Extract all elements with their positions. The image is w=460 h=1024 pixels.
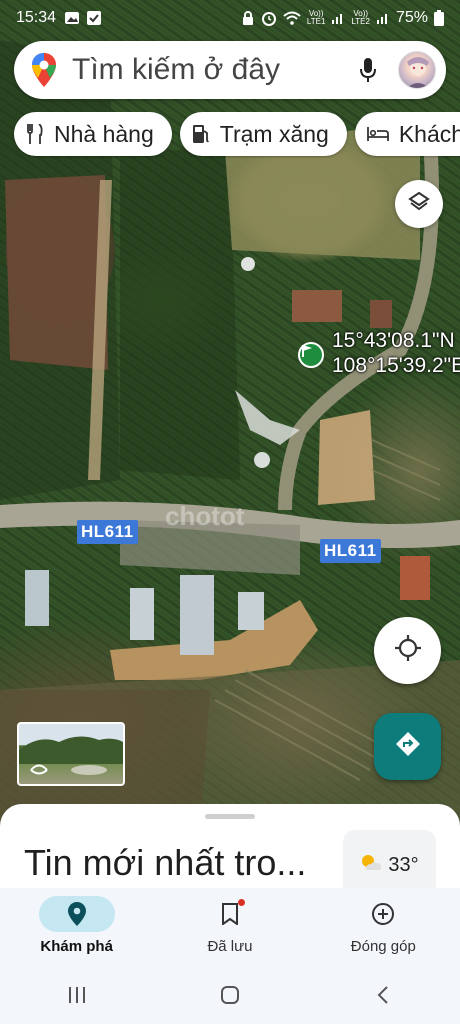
tab-contribute[interactable]: Đóng góp [307, 888, 460, 966]
layers-button[interactable] [395, 180, 443, 228]
search-bar[interactable]: Tìm kiếm ở đây [14, 41, 446, 99]
mic-icon[interactable] [350, 52, 386, 88]
lock-icon [241, 10, 255, 26]
restaurant-icon [26, 124, 44, 144]
chip-restaurant[interactable]: Nhà hàng [14, 112, 172, 156]
checkbox-icon [86, 10, 102, 26]
signal-bars-icon [376, 11, 390, 25]
recent-apps-icon[interactable] [47, 975, 107, 1015]
hotel-icon [366, 126, 389, 142]
home-icon[interactable] [200, 975, 260, 1015]
battery-percent: 75% [395, 9, 428, 26]
drag-handle[interactable] [205, 814, 255, 819]
street-view-icon [29, 762, 49, 776]
sheet-title[interactable]: Tin mới nhất tro... [24, 842, 306, 884]
latitude-text: 15°43'08.1"N [332, 329, 455, 352]
system-navigation-bar [0, 966, 460, 1024]
road-label: HL611 [77, 520, 138, 544]
gallery-icon [64, 10, 80, 26]
gas-station-icon [192, 124, 210, 144]
notification-dot [237, 899, 245, 906]
road-label: HL611 [320, 539, 381, 563]
google-maps-pin-icon [32, 53, 56, 87]
alarm-icon [261, 10, 277, 26]
dropped-pin-icon[interactable] [298, 342, 324, 368]
bookmark-icon [192, 896, 268, 932]
svg-text:chotot: chotot [165, 501, 245, 531]
chip-label: Nhà hàng [54, 120, 154, 147]
signal-lte1-icon: Vo)) LTE1 [306, 9, 326, 26]
coordinates-label: 15°43'08.1"N 108°15'39.2"E [332, 328, 460, 378]
tab-saved[interactable]: Đã lưu [153, 888, 306, 966]
tab-explore[interactable]: Khám phá [0, 888, 153, 966]
chip-label: Trạm xăng [219, 120, 329, 147]
my-location-button[interactable] [374, 617, 441, 684]
status-bar: 15:34 Vo)) LTE1 Vo)) LTE2 75% [0, 0, 460, 36]
bottom-navigation: Khám phá Đã lưu Đóng góp [0, 888, 460, 966]
wifi-icon [283, 11, 301, 25]
directions-icon [394, 730, 422, 763]
crosshair-icon [394, 634, 422, 667]
battery-icon [434, 10, 444, 26]
directions-button[interactable] [374, 713, 441, 780]
status-time: 15:34 [16, 9, 57, 26]
tab-label: Đã lưu [207, 938, 253, 955]
tab-label: Khám phá [40, 938, 113, 955]
back-icon[interactable] [353, 975, 413, 1015]
chip-hotel[interactable]: Khách sạn [354, 112, 460, 156]
signal-lte2-icon: Vo)) LTE2 [351, 9, 370, 26]
explore-pin-icon [38, 896, 115, 932]
street-view-thumbnail[interactable] [17, 722, 125, 786]
layers-icon [407, 190, 431, 219]
search-input[interactable]: Tìm kiếm ở đây [72, 53, 350, 87]
signal-bars-icon [331, 11, 345, 25]
tab-label: Đóng góp [350, 938, 416, 955]
add-circle-icon [345, 896, 421, 932]
chip-gas-station[interactable]: Trạm xăng [179, 112, 347, 156]
partly-sunny-icon [360, 853, 382, 877]
chip-label: Khách sạn [398, 120, 460, 147]
weather-temp: 33° [388, 853, 419, 876]
longitude-text: 108°15'39.2"E [332, 354, 460, 377]
avatar[interactable] [398, 51, 436, 89]
category-chips: Nhà hàng Trạm xăng Khách sạn [0, 112, 460, 158]
